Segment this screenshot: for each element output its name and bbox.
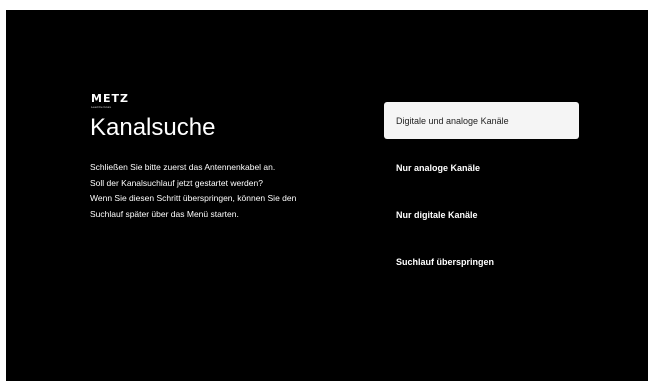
option-label: Nur digitale Kanäle bbox=[396, 209, 478, 220]
description-line: Soll der Kanalsuchlauf jetzt gestartet w… bbox=[90, 177, 263, 188]
logo-tagline: Lead the future bbox=[91, 105, 112, 109]
option-label: Suchlauf überspringen bbox=[396, 256, 495, 267]
page-title: Kanalsuche bbox=[90, 114, 216, 141]
description-line: Wenn Sie diesen Schritt überspringen, kö… bbox=[90, 193, 297, 203]
option-label: Nur analoge Kanäle bbox=[396, 162, 481, 173]
option-digital-only[interactable]: Nur digitale Kanäle bbox=[384, 196, 579, 233]
logo-wordmark: METZ bbox=[91, 92, 129, 105]
description-line: Schließen Sie bitte zuerst das Antennenk… bbox=[90, 162, 276, 172]
option-digital-and-analog[interactable]: Digitale und analoge Kanäle bbox=[384, 102, 579, 139]
option-skip-scan[interactable]: Suchlauf überspringen bbox=[384, 243, 579, 280]
description-line: Suchlauf später über das Menü starten. bbox=[90, 208, 239, 219]
option-analog-only[interactable]: Nur analoge Kanäle bbox=[384, 149, 579, 186]
tv-screen: METZ Lead the future Kanalsuche Schließe… bbox=[6, 10, 648, 381]
scan-options-menu: Digitale und analoge Kanäle Nur analoge … bbox=[384, 102, 579, 290]
option-label: Digitale und analoge Kanäle bbox=[396, 115, 509, 126]
description-text: Schließen Sie bitte zuerst das Antennenk… bbox=[90, 160, 340, 222]
